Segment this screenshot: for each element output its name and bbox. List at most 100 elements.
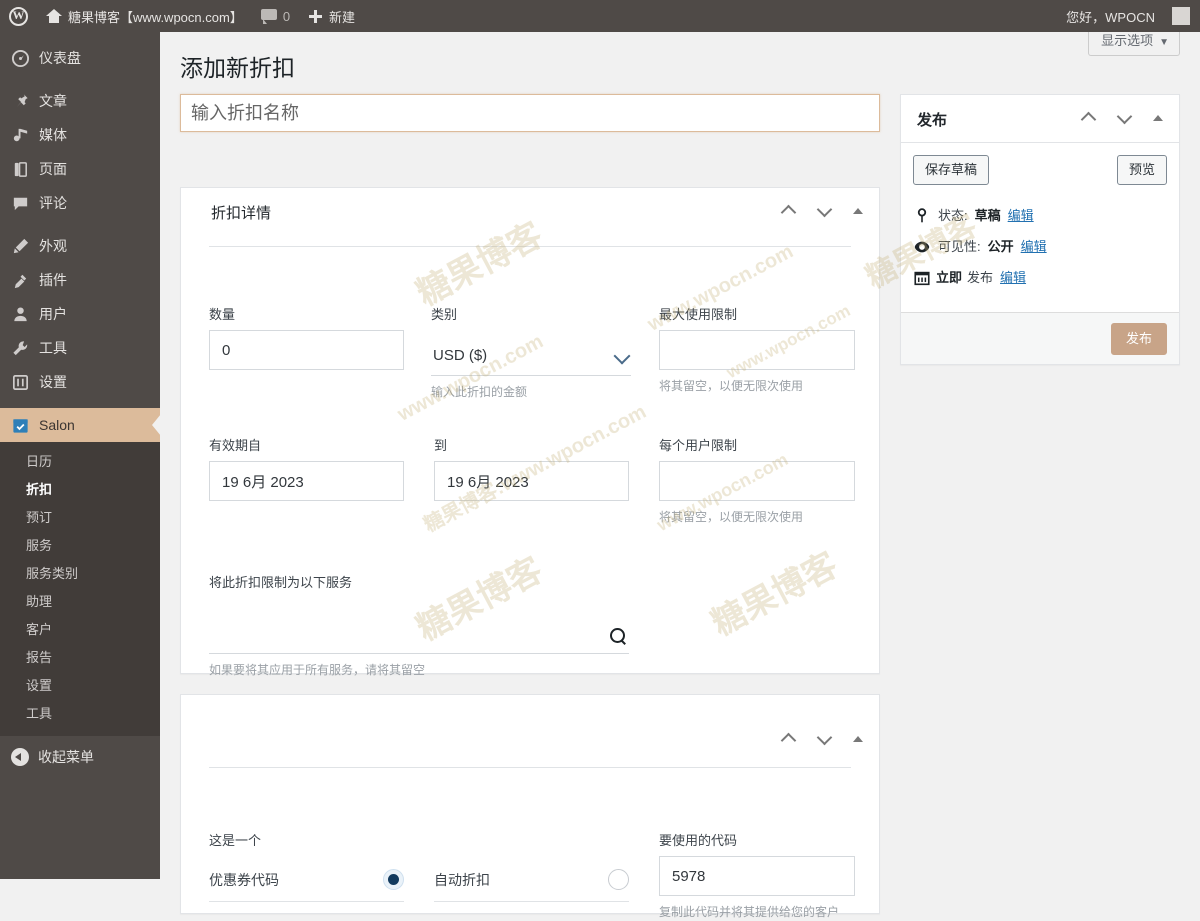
screen-meta-links: 显示选项 ▼ (1088, 27, 1180, 56)
amount-input[interactable]: 0 (209, 330, 404, 370)
publish-title: 发布 (917, 112, 948, 129)
sidebar-item-tools[interactable]: 工具 (0, 331, 160, 365)
panel-controls (781, 203, 863, 219)
valid-from-field: 有效期自 19 6月 2023 (209, 438, 404, 501)
move-down-icon[interactable] (1117, 110, 1133, 126)
sidebar-item-plugins[interactable]: 插件 (0, 263, 160, 297)
visibility-row: 可见性: 公开 编辑 (913, 238, 1167, 256)
preview-button[interactable]: 预览 (1116, 155, 1167, 185)
avatar (1172, 7, 1190, 25)
new-content-button[interactable]: 新建 (299, 0, 364, 32)
visibility-label: 可见性: (938, 239, 981, 254)
discount-title-input[interactable] (180, 94, 880, 132)
max-usage-input[interactable] (659, 330, 855, 370)
plus-icon (308, 9, 323, 24)
collapse-menu-button[interactable]: 收起菜单 (0, 740, 160, 774)
category-select[interactable]: USD ($) (431, 336, 631, 376)
sidebar-item-label: 插件 (39, 272, 67, 288)
home-icon (46, 8, 62, 24)
save-draft-button[interactable]: 保存草稿 (913, 155, 990, 185)
sidebar-item-posts[interactable]: 文章 (0, 84, 160, 118)
category-value: USD ($) (433, 347, 488, 364)
edit-status-link[interactable]: 编辑 (1008, 207, 1034, 225)
panel-divider (209, 246, 851, 247)
radio-option-coupon-code[interactable]: 优惠券代码 (209, 869, 404, 902)
code-label: 要使用的代码 (659, 833, 738, 848)
site-name-button[interactable]: 糖果博客【www.wpocn.com】 (37, 0, 252, 32)
restrict-services-help: 如果要将其应用于所有服务，请将其留空 (209, 663, 426, 677)
screen-options-label: 显示选项 (1101, 33, 1154, 48)
move-up-icon[interactable] (781, 203, 797, 219)
sidebar-item-label: 文章 (39, 93, 67, 109)
sidebar-subitem-discounts[interactable]: 折扣 (0, 476, 160, 504)
sidebar-item-pages[interactable]: 页面 (0, 152, 160, 186)
amount-field: 数量 0 (209, 307, 404, 370)
menu-spacer-2 (0, 220, 160, 229)
sidebar-subitem-services[interactable]: 服务 (0, 532, 160, 560)
pin-icon (11, 92, 30, 111)
wordpress-logo-button[interactable] (0, 0, 37, 32)
valid-from-label: 有效期自 (209, 438, 262, 453)
per-user-limit-input[interactable] (659, 461, 855, 501)
my-account-button[interactable]: 您好，WPOCN (1057, 0, 1164, 32)
sidebar-subitem-service-categories[interactable]: 服务类别 (0, 560, 160, 588)
schedule-row: 立即 发布 编辑 (913, 269, 1167, 287)
sidebar-item-appearance[interactable]: 外观 (0, 229, 160, 263)
move-up-icon[interactable] (1081, 110, 1097, 126)
sidebar-item-media[interactable]: 媒体 (0, 118, 160, 152)
sidebar-subitem-tools[interactable]: 工具 (0, 700, 160, 728)
schedule-value: 发布 (967, 270, 994, 285)
collapse-menu-label: 收起菜单 (38, 749, 94, 765)
sidebar-subitem-settings[interactable]: 设置 (0, 672, 160, 700)
media-icon (11, 126, 30, 145)
edit-schedule-link[interactable]: 编辑 (1000, 269, 1026, 287)
valid-to-label: 到 (434, 438, 448, 453)
move-down-icon[interactable] (817, 731, 833, 747)
radio-button-icon[interactable] (608, 869, 629, 890)
publish-button[interactable]: 发布 (1110, 322, 1167, 355)
sidebar-item-settings[interactable]: 设置 (0, 365, 160, 399)
restrict-services-field: 将此折扣限制为以下服务 如果要将其应用于所有服务，请将其留空 (209, 575, 629, 679)
valid-from-input[interactable]: 19 6月 2023 (209, 461, 404, 501)
comment-icon (260, 9, 277, 24)
menu-spacer-3 (0, 399, 160, 408)
sidebar-item-label: 外观 (39, 238, 67, 254)
toggle-panel-icon[interactable] (853, 208, 863, 214)
sidebar-subitem-reports[interactable]: 报告 (0, 644, 160, 672)
wordpress-logo-icon (9, 6, 28, 26)
admin-sidebar: 仪表盘 文章 媒体 页面 评论 外观 插件 用户 工具 设置 Salon 日历 … (0, 32, 161, 879)
sidebar-subitem-assistants[interactable]: 助理 (0, 588, 160, 616)
toggle-panel-icon[interactable] (1153, 115, 1163, 121)
page-icon (11, 160, 30, 179)
edit-visibility-link[interactable]: 编辑 (1021, 238, 1047, 256)
valid-to-input[interactable]: 19 6月 2023 (434, 461, 629, 501)
move-up-icon[interactable] (781, 731, 797, 747)
category-help: 输入此折扣的金额 (431, 385, 528, 399)
sidebar-item-dashboard[interactable]: 仪表盘 (0, 41, 160, 75)
sidebar-subitem-bookings[interactable]: 预订 (0, 504, 160, 532)
per-user-limit-field: 每个用户限制 将其留空，以便无限次使用 (659, 438, 855, 526)
search-icon[interactable] (610, 628, 627, 645)
radio-label: 优惠券代码 (209, 871, 279, 888)
sidebar-subitem-calendar[interactable]: 日历 (0, 448, 160, 476)
restrict-services-input[interactable] (209, 598, 629, 654)
sidebar-item-comments[interactable]: 评论 (0, 186, 160, 220)
pin-icon (913, 207, 931, 225)
toggle-panel-icon[interactable] (853, 736, 863, 742)
sidebar-item-salon[interactable]: Salon (0, 408, 161, 442)
settings-icon (11, 373, 30, 392)
max-usage-field: 最大使用限制 将其留空，以便无限次使用 (659, 307, 855, 395)
move-down-icon[interactable] (817, 203, 833, 219)
code-input[interactable]: 5978 (659, 856, 855, 896)
sidebar-item-users[interactable]: 用户 (0, 297, 160, 331)
radio-option-auto-discount[interactable]: 自动折扣 (434, 869, 629, 902)
panel-divider (209, 767, 851, 768)
chevron-down-icon: ▼ (1159, 37, 1169, 48)
sidebar-item-label: 设置 (39, 374, 67, 390)
comments-button[interactable]: 0 (252, 0, 299, 32)
status-label: 状态: (938, 208, 968, 223)
sidebar-item-label: 媒体 (39, 127, 67, 143)
radio-button-selected-icon[interactable] (383, 869, 404, 890)
radio-label: 自动折扣 (434, 871, 490, 888)
sidebar-subitem-customers[interactable]: 客户 (0, 616, 160, 644)
